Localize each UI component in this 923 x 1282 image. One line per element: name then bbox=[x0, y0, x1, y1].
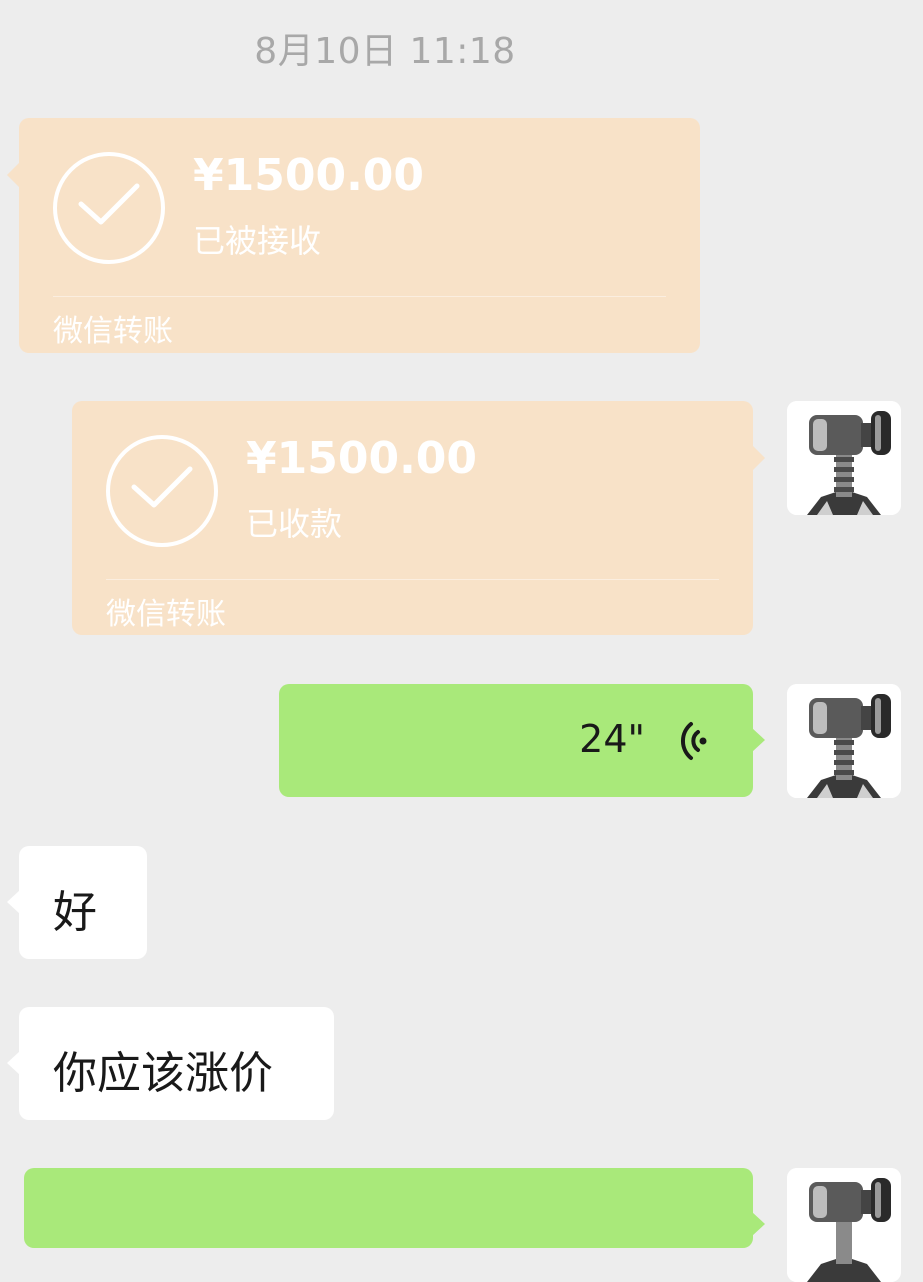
transfer-brand-label: 微信转账 bbox=[106, 597, 226, 632]
message-bubble[interactable]: 你应该涨价 bbox=[7, 1007, 334, 1120]
message-text: 你应该涨价 bbox=[53, 1048, 273, 1099]
gavel-icon bbox=[787, 684, 901, 798]
gavel-icon bbox=[787, 1168, 901, 1282]
avatar[interactable] bbox=[787, 1168, 901, 1282]
transfer-status: 已被接收 bbox=[193, 222, 322, 260]
check-circle-icon bbox=[53, 152, 165, 264]
avatar[interactable] bbox=[787, 401, 901, 515]
message-bubble[interactable]: 好 bbox=[7, 846, 147, 959]
check-circle-icon bbox=[106, 435, 218, 547]
voice-message-bubble[interactable]: 24" bbox=[279, 684, 765, 797]
message-text: 好 bbox=[53, 887, 97, 938]
transfer-status: 已收款 bbox=[246, 505, 343, 543]
avatar[interactable] bbox=[787, 684, 901, 798]
transfer-card-received[interactable]: ¥1500.00 已被接收 微信转账 bbox=[7, 118, 700, 353]
transfer-card-collected[interactable]: ¥1500.00 已收款 微信转账 bbox=[72, 401, 765, 635]
gavel-icon bbox=[787, 401, 901, 515]
voice-wave-icon bbox=[671, 720, 707, 766]
chat-timestamp: 8月10日 11:18 bbox=[254, 31, 516, 72]
transfer-divider bbox=[53, 296, 666, 297]
message-bubble[interactable] bbox=[24, 1168, 765, 1248]
transfer-amount: ¥1500.00 bbox=[246, 433, 478, 484]
transfer-brand-label: 微信转账 bbox=[53, 314, 173, 349]
voice-duration: 24" bbox=[579, 717, 645, 761]
transfer-amount: ¥1500.00 bbox=[193, 150, 425, 201]
transfer-divider bbox=[106, 579, 719, 580]
